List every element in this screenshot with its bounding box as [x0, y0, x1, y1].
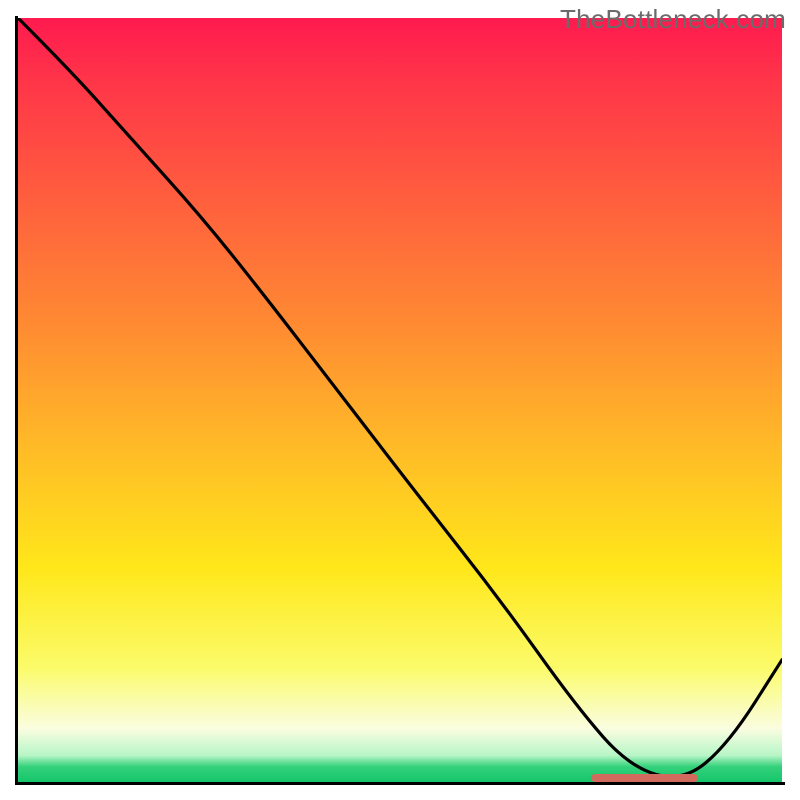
- watermark-text: TheBottleneck.com: [560, 4, 786, 35]
- bottleneck-curve: [18, 18, 782, 782]
- plot-area: [18, 18, 782, 782]
- x-axis-line: [15, 782, 785, 785]
- minimum-marker: [591, 774, 698, 782]
- chart-root: TheBottleneck.com: [0, 0, 800, 800]
